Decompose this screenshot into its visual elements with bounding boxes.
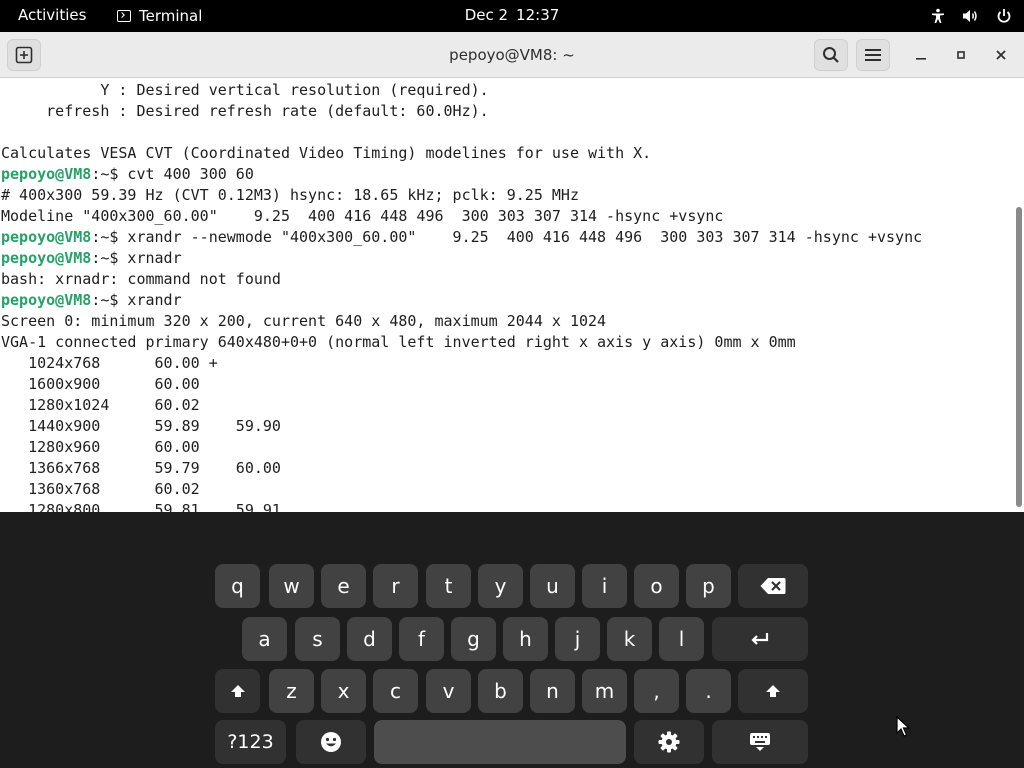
terminal-line: Modeline "400x300_60.00" 9.25 400 416 44… [1, 207, 724, 225]
key-i[interactable]: i [582, 564, 627, 608]
numbers-key[interactable]: ?123 [215, 720, 286, 764]
scrollbar-thumb[interactable] [1016, 207, 1022, 507]
key-r[interactable]: r [373, 564, 418, 608]
on-screen-keyboard: q w e r t y u i o p a s d f g h j k l z … [0, 512, 1024, 768]
clock-date: Dec 2 [464, 6, 509, 24]
backspace-key[interactable] [738, 564, 808, 608]
key-e[interactable]: e [321, 564, 366, 608]
shift-icon [230, 685, 245, 697]
key-u[interactable]: u [530, 564, 575, 608]
accessibility-icon[interactable] [930, 8, 946, 24]
key-period[interactable]: . [686, 669, 731, 713]
terminal-line: 1440x900 59.89 59.90 [1, 417, 281, 435]
terminal-line: Calculates VESA CVT (Coordinated Video T… [1, 144, 652, 162]
key-c[interactable]: c [373, 669, 418, 713]
hide-keyboard-key[interactable] [712, 720, 808, 764]
terminal-line: Screen 0: minimum 320 x 200, current 640… [1, 312, 607, 330]
terminal-line: 1360x768 60.02 [1, 480, 200, 498]
terminal-window: pepoyo@VM8: ~ Y : Desired vertical resol… [0, 32, 1024, 512]
clock[interactable]: Dec 2 12:37 [0, 0, 1024, 31]
key-q[interactable]: q [215, 564, 260, 608]
close-button[interactable] [987, 41, 1015, 69]
hamburger-menu-icon [865, 49, 881, 61]
terminal-line: 1600x900 60.00 [1, 375, 200, 393]
terminal-line: pepoyo@VM8:~$ xrnadr [1, 248, 1010, 269]
hide-keyboard-icon [750, 733, 770, 751]
shell-command: :~$ cvt 400 300 60 [91, 165, 254, 183]
terminal-line: 1280x960 60.00 [1, 438, 200, 456]
key-g[interactable]: g [451, 617, 496, 661]
key-k[interactable]: k [607, 617, 652, 661]
terminal-line: refresh : Desired refresh rate (default:… [1, 102, 489, 120]
key-p[interactable]: p [686, 564, 731, 608]
shift-key-right[interactable] [738, 669, 808, 713]
power-icon[interactable] [996, 8, 1012, 24]
terminal-line: bash: xrnadr: command not found [1, 270, 281, 288]
key-d[interactable]: d [347, 617, 392, 661]
terminal-text: Y : Desired vertical resolution (require… [0, 80, 1010, 512]
clock-time: 12:37 [516, 6, 560, 24]
maximize-icon [957, 51, 965, 59]
search-button[interactable] [814, 39, 848, 71]
menu-button[interactable] [856, 39, 890, 71]
key-h[interactable]: h [503, 617, 548, 661]
header-bar: pepoyo@VM8: ~ [0, 32, 1024, 78]
key-o[interactable]: o [634, 564, 679, 608]
terminal-output[interactable]: Y : Desired vertical resolution (require… [0, 79, 1010, 512]
terminal-line: pepoyo@VM8:~$ xrandr --newmode "400x300_… [1, 227, 1010, 248]
maximize-button[interactable] [947, 41, 975, 69]
shift-icon [766, 685, 780, 697]
terminal-line: pepoyo@VM8:~$ cvt 400 300 60 [1, 164, 1010, 185]
key-b[interactable]: b [478, 669, 523, 713]
key-l[interactable]: l [659, 617, 704, 661]
emoji-key[interactable] [296, 720, 366, 764]
shell-prompt: pepoyo@VM8 [1, 228, 92, 246]
shell-prompt: pepoyo@VM8 [1, 291, 92, 309]
key-comma[interactable]: , [634, 669, 679, 713]
emoji-icon [321, 732, 341, 752]
space-key[interactable] [374, 720, 626, 764]
minimize-button[interactable] [907, 41, 935, 69]
key-m[interactable]: m [582, 669, 627, 713]
terminal-line: # 400x300 59.39 Hz (CVT 0.12M3) hsync: 1… [1, 186, 579, 204]
shell-command: :~$ xrandr [91, 291, 182, 309]
shell-prompt: pepoyo@VM8 [1, 249, 92, 267]
terminal-line: pepoyo@VM8:~$ xrandr [1, 290, 1010, 311]
terminal-line: 1024x768 60.00 + [1, 354, 218, 372]
shift-key-left[interactable] [215, 669, 260, 713]
settings-icon [658, 731, 680, 753]
minimize-icon [916, 58, 926, 60]
terminal-line: Y : Desired vertical resolution (require… [1, 81, 489, 99]
enter-key[interactable] [712, 617, 808, 661]
terminal-line: 1280x800 59.81 59.91 [1, 501, 281, 512]
key-a[interactable]: a [242, 617, 287, 661]
terminal-line: 1366x768 59.79 60.00 [1, 459, 281, 477]
mouse-pointer-icon [896, 716, 910, 737]
settings-key[interactable] [634, 720, 704, 764]
backspace-icon [760, 578, 786, 594]
key-z[interactable]: z [269, 669, 314, 713]
key-w[interactable]: w [269, 564, 314, 608]
key-f[interactable]: f [399, 617, 444, 661]
key-t[interactable]: t [426, 564, 471, 608]
search-icon [823, 47, 839, 63]
key-n[interactable]: n [530, 669, 575, 713]
shell-command: :~$ xrandr --newmode "400x300_60.00" 9.2… [91, 228, 923, 246]
terminal-line: VGA-1 connected primary 640x480+0+0 (nor… [1, 333, 796, 351]
key-s[interactable]: s [295, 617, 340, 661]
terminal-line: 1280x1024 60.02 [1, 396, 200, 414]
top-bar: Activities Terminal Dec 2 12:37 [0, 0, 1024, 32]
close-icon [996, 50, 1006, 60]
shell-prompt: pepoyo@VM8 [1, 165, 92, 183]
volume-icon[interactable] [962, 8, 980, 24]
key-x[interactable]: x [321, 669, 366, 713]
scrollbar[interactable] [1014, 79, 1022, 512]
system-tray[interactable] [930, 0, 1012, 32]
key-v[interactable]: v [426, 669, 471, 713]
key-y[interactable]: y [478, 564, 523, 608]
key-j[interactable]: j [555, 617, 600, 661]
enter-icon [751, 633, 769, 645]
shell-command: :~$ xrnadr [91, 249, 182, 267]
